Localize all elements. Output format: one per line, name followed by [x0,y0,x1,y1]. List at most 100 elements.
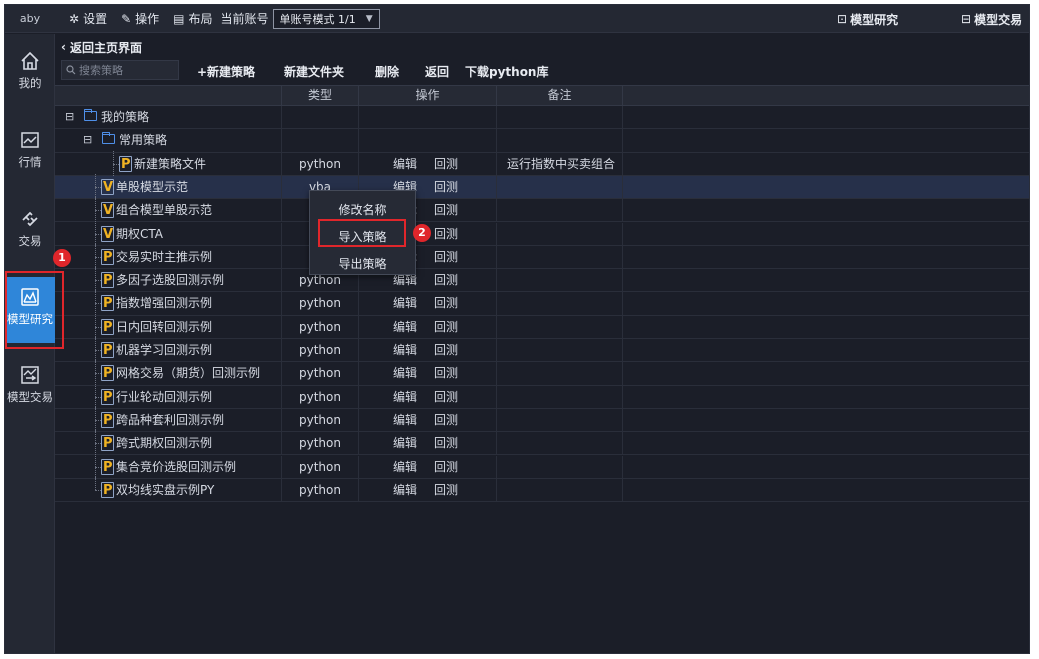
new-folder-button[interactable]: 新建文件夹 [284,63,344,80]
delete-button[interactable]: 删除 [375,63,399,80]
model-research-highlight [5,271,64,349]
nav-item-mine[interactable]: 我的 [5,50,55,91]
account-mode-value: 单账号模式 1/1 [279,12,356,26]
backtest-button[interactable]: 回测 [434,223,458,245]
table-row[interactable]: P 跨式期权回测示例 python 编辑 回测 [55,430,1029,456]
nav-item-model-trade[interactable]: 模型交易 [5,364,55,405]
backtest-button[interactable]: 回测 [434,316,458,338]
edit-button[interactable]: 编辑 [393,316,417,338]
step-badge-2: 2 [413,224,431,242]
edit-button[interactable]: 编辑 [393,153,417,175]
edit-button[interactable]: 编辑 [393,339,417,361]
nav-item-market[interactable]: 行情 [5,129,55,170]
collapse-toggle-icon[interactable]: ⊟ [83,129,92,151]
table-row[interactable]: P 双均线实盘示例PY python 编辑 回测 [55,476,1029,503]
backtest-button[interactable]: 回测 [434,479,458,501]
strategy-name-cell: V 组合模型单股示范 [55,197,282,223]
layout-icon: ▤ [173,11,185,26]
strategy-ops-cell: 编辑回测 [359,455,497,479]
strategy-type: python [282,385,359,409]
file-type-letter: P [103,296,113,312]
nav-item-trade[interactable]: 交易 [5,208,55,249]
table-row[interactable]: P 日内回转回测示例 python 编辑 回测 [55,313,1029,339]
table-row[interactable]: P 机器学习回测示例 python 编辑 回测 [55,337,1029,363]
model-trade-label: 模型交易 [974,12,1023,27]
context-menu-export-strategy[interactable]: 导出策略 [310,253,415,275]
collapse-toggle-icon[interactable]: ⊟ [65,106,74,128]
strategy-note [497,432,623,456]
backtest-button[interactable]: 回测 [434,176,458,198]
backtest-button[interactable]: 回测 [434,409,458,431]
search-box[interactable] [61,60,179,80]
table-row[interactable]: V组合模型单股示范编辑回测 [55,197,1029,223]
layout-menu[interactable]: ▤ 布局 [173,10,212,27]
strategy-name-cell: P 新建策略文件 [55,150,282,176]
backtest-button[interactable]: 回测 [434,386,458,408]
backtest-button[interactable]: 回测 [434,456,458,478]
strategy-note [497,292,623,316]
edit-button[interactable]: 编辑 [393,409,417,431]
strategy-name-cell: V 期权CTA [55,220,282,246]
market-icon [21,132,39,148]
table-row[interactable]: P 网格交易（期货）回测示例 python 编辑 回测 [55,360,1029,386]
strategy-name-cell: ⊟ 常用策略 [55,129,282,153]
settings-menu[interactable]: ✲ 设置 [69,10,107,27]
table-row[interactable]: P交易实时主推示例p编辑回测 [55,243,1029,270]
context-menu-rename[interactable]: 修改名称 [310,199,415,221]
backtest-button[interactable]: 回测 [434,292,458,314]
edit-button[interactable]: 编辑 [393,456,417,478]
strategy-name: 多因子选股回测示例 [116,273,225,288]
step-badge-1: 1 [53,249,71,267]
strategy-name-cell: V 单股模型示范 [55,173,282,199]
backtest-button[interactable]: 回测 [434,432,458,454]
table-row[interactable]: ⊟ 常用策略 [55,129,1029,153]
strategy-name-cell: P 机器学习回测示例 [55,337,282,362]
trade-chart-icon: ⊟ [961,12,972,26]
folder-name: 常用策略 [119,133,168,148]
table-row[interactable]: V期权CTA编辑回测 [55,220,1029,246]
row-filler [623,106,1029,129]
table-row[interactable]: P 多因子选股回测示例 python 编辑 回测 [55,267,1029,293]
strategy-name: 新建策略文件 [134,156,207,171]
backtest-button[interactable]: 回测 [434,153,458,175]
table-row[interactable]: P 跨品种套利回测示例 python 编辑 回测 [55,406,1029,433]
operations-menu[interactable]: ✎ 操作 [121,10,159,27]
table-row[interactable]: P 行业轮动回测示例 python 编辑 回测 [55,383,1029,409]
username: aby [19,12,41,25]
column-header-note: 备注 [497,86,623,106]
top-bar: aby ✲ 设置 ✎ 操作 ▤ 布局 当前账号 单账号模式 1/1 ▼ ⊡ 模型… [5,5,1029,33]
return-button[interactable]: 返回 [425,63,449,80]
edit-button[interactable]: 编辑 [393,479,417,501]
table-row[interactable]: P 指数增强回测示例 python 编辑 回测 [55,290,1029,316]
table-row[interactable]: ⊟ 我的策略 [55,106,1029,130]
strategy-note [497,245,623,269]
strategy-note [497,362,623,386]
backtest-button[interactable]: 回测 [434,246,458,268]
model-trade-link[interactable]: ⊟ 模型交易 [961,5,1022,33]
python-file-icon: P [101,388,114,405]
strategy-name-cell: P 跨式期权回测示例 [55,430,282,456]
backtest-button[interactable]: 回测 [434,362,458,384]
backtest-button[interactable]: 回测 [434,199,458,221]
table-row[interactable]: V 单股模型示范 vba 编辑 回测 [55,173,1029,200]
table-row[interactable]: P 新建策略文件 python 编辑 回测 运行指数中买卖组合 [55,150,1029,176]
edit-button[interactable]: 编辑 [393,432,417,454]
edit-button[interactable]: 编辑 [393,362,417,384]
account-mode-select[interactable]: 单账号模式 1/1 ▼ [272,8,380,29]
settings-label: 设置 [83,12,108,26]
edit-button[interactable]: 编辑 [393,292,417,314]
operations-label: 操作 [135,12,160,26]
strategy-name: 行业轮动回测示例 [116,389,213,404]
new-strategy-button[interactable]: +新建策略 [197,63,255,80]
strategy-type: python [282,152,359,176]
table-row[interactable]: P 集合竞价选股回测示例 python 编辑 回测 [55,453,1029,479]
backtest-button[interactable]: 回测 [434,269,458,291]
edit-button[interactable]: 编辑 [393,386,417,408]
strategy-name-cell: P 跨品种套利回测示例 [55,406,282,432]
back-to-home[interactable]: ‹ 返回主页界面 [61,38,142,56]
model-research-link[interactable]: ⊡ 模型研究 [837,5,898,33]
download-python-lib-button[interactable]: 下载python库 [465,63,548,80]
search-input[interactable] [79,63,171,77]
backtest-button[interactable]: 回测 [434,339,458,361]
strategy-note [497,129,623,153]
